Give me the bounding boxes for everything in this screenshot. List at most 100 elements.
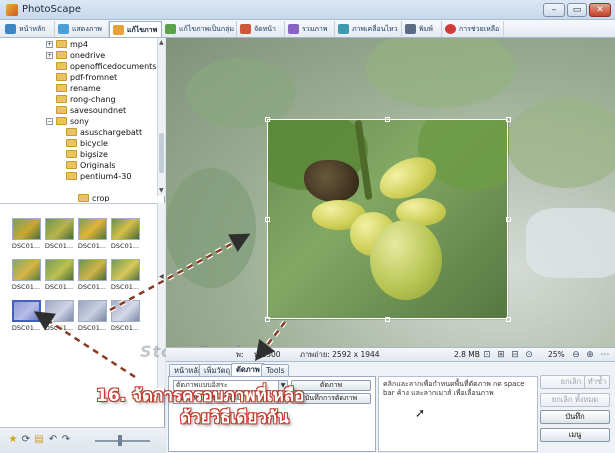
thumbnail-label: DSC01... [11, 283, 41, 291]
tab-label: รวมภาพ [302, 25, 328, 33]
tab-page[interactable]: จัดหน้า [237, 21, 285, 37]
rotate-left-icon[interactable]: ↶ [48, 435, 58, 445]
tree-item-sony[interactable]: sony [56, 116, 89, 127]
expand-icon[interactable]: + [46, 52, 53, 59]
save-button[interactable]: บันทึก [540, 410, 610, 424]
crop-handle[interactable] [265, 117, 270, 122]
close-button[interactable]: ✕ [589, 3, 611, 17]
tree-item-label: rename [70, 84, 101, 93]
tree-item-pentium4-30[interactable]: pentium4-30 [66, 171, 131, 182]
folder-tree-tail[interactable]: crop [0, 182, 157, 202]
menu-button[interactable]: เมนู [540, 428, 610, 442]
tree-item-openofficedocuments[interactable]: openofficedocuments [56, 61, 156, 72]
tab-animated-gif[interactable]: ภาพเคลื่อนไหว [335, 21, 402, 37]
tree-item-label: savesoundnet [70, 106, 127, 115]
tree-item-rong-chang[interactable]: rong-chang [56, 94, 116, 105]
crop-handle[interactable] [385, 117, 390, 122]
tree-item-label: openofficedocuments [70, 62, 157, 71]
crop-handle[interactable] [506, 317, 511, 322]
tree-item-bicycle[interactable]: bicycle [66, 138, 108, 149]
zoom-out-icon[interactable]: ⊖ [571, 350, 581, 360]
minimize-button[interactable]: – [543, 3, 565, 17]
editor-icon [113, 25, 124, 35]
thumbnail[interactable] [45, 218, 74, 240]
crop-selection[interactable] [267, 119, 508, 319]
crop-handle[interactable] [265, 217, 270, 222]
folder-icon [56, 40, 67, 48]
thumbnail[interactable] [45, 259, 74, 281]
tab-help[interactable]: การช่วยเหลือ [442, 21, 504, 37]
folder-open-icon[interactable]: ▤ [34, 435, 44, 445]
thumbnail[interactable] [78, 300, 107, 322]
tab-label: หน้าหลัก [19, 25, 46, 33]
tree-item-asuschargebatt[interactable]: asuschargebatt [66, 127, 142, 138]
restore-button[interactable]: ▭ [567, 3, 587, 17]
tree-item-label: Originals [80, 161, 116, 170]
thumbnail-label: DSC01... [77, 242, 107, 250]
tree-item-savesoundnet[interactable]: savesoundnet [56, 105, 126, 116]
crop-handle[interactable] [385, 317, 390, 322]
thumbnail-selected[interactable] [12, 300, 41, 322]
tree-item-bigsize[interactable]: bigsize [66, 149, 108, 160]
zoom-fit-icon[interactable]: ⊙ [524, 350, 534, 360]
thumbnail[interactable] [12, 218, 41, 240]
zoom-level: 25% [548, 350, 565, 359]
star-icon[interactable]: ★ [8, 435, 18, 445]
crop-handle[interactable] [506, 217, 511, 222]
tree-item-mp4[interactable]: mp4 [56, 39, 88, 50]
thumbnail-size-slider[interactable] [95, 440, 150, 442]
slider-knob[interactable] [118, 435, 122, 446]
tab-home[interactable]: หน้าหลัก [2, 21, 55, 37]
tab-combine[interactable]: รวมภาพ [285, 21, 335, 37]
image-viewer[interactable] [166, 38, 615, 347]
tree-item-label: bigsize [80, 150, 108, 159]
scroll-down-icon[interactable]: ▼ [159, 188, 164, 194]
tab-editor[interactable]: แก้ไขภาพ [109, 21, 162, 37]
tab-batch-editor[interactable]: แก้ไขภาพเป็นกลุ่ม [162, 21, 237, 37]
tab-viewer[interactable]: แสดงภาพ [55, 21, 109, 37]
scroll-up-icon[interactable]: ▲ [159, 40, 164, 46]
tree-item-crop[interactable]: crop [78, 193, 109, 202]
more-icon[interactable]: ⋯ [600, 350, 610, 360]
thumbnail-label: DSC01... [110, 242, 140, 250]
animated-gif-icon [338, 24, 349, 34]
thumbnail[interactable] [12, 259, 41, 281]
fit-screen-icon[interactable]: ⊡ [482, 350, 492, 360]
crop-handle[interactable] [506, 117, 511, 122]
expand-icon[interactable]: + [46, 41, 53, 48]
tree-item-originals[interactable]: Originals [66, 160, 115, 171]
collapse-icon[interactable]: − [46, 118, 53, 125]
undo-all-button[interactable]: ยกเลิก ทั้งหมด [540, 393, 610, 407]
panel-tab-objects[interactable]: เพิ่มวัตถุ [199, 364, 236, 376]
collapse-pane-icon[interactable]: ◀ [159, 273, 165, 281]
crop-handle[interactable] [265, 317, 270, 322]
rotate-right-icon[interactable]: ↷ [61, 435, 71, 445]
folder-tree[interactable]: mp4 + onedrive + openofficedocuments pdf… [0, 38, 157, 196]
scroll-thumb[interactable] [159, 133, 164, 173]
file-size: 2.8 MB [454, 350, 480, 359]
tree-item-label: rong-chang [70, 95, 116, 104]
thumbnail[interactable] [111, 218, 140, 240]
thumbnail[interactable] [111, 300, 140, 322]
zoom-in-icon[interactable]: ⊕ [585, 350, 595, 360]
folder-icon [66, 161, 77, 169]
fit-width-icon[interactable]: ⊟ [510, 350, 520, 360]
annotation-line-2: ด้วยวิธีเดียวกัน [180, 408, 289, 428]
thumbnail-label: DSC01... [77, 283, 107, 291]
thumbnail[interactable] [45, 300, 74, 322]
viewer-icon [58, 24, 69, 34]
tree-item-pdf-fromnet[interactable]: pdf-fromnet [56, 72, 117, 83]
thumbnail[interactable] [78, 218, 107, 240]
panel-tab-crop[interactable]: ตัดภาพ [231, 363, 265, 377]
actual-size-icon[interactable]: ⊞ [496, 350, 506, 360]
tree-item-onedrive[interactable]: onedrive [56, 50, 105, 61]
tree-item-rename[interactable]: rename [56, 83, 101, 94]
refresh-icon[interactable]: ⟳ [21, 435, 31, 445]
redo-button[interactable]: ทำซ้ำ [584, 375, 610, 389]
tab-print[interactable]: พิมพ์ [402, 21, 442, 37]
tree-scrollbar[interactable]: ▲ ▼ [157, 38, 165, 196]
thumbnail[interactable] [78, 259, 107, 281]
panel-tab-tools[interactable]: Tools [261, 364, 290, 376]
home-icon [5, 24, 16, 34]
thumbnail[interactable] [111, 259, 140, 281]
